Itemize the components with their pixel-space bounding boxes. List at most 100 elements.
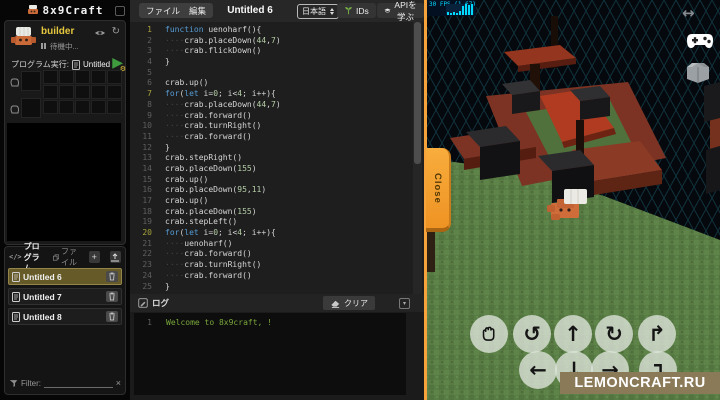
robot-status-text: 待機中... xyxy=(50,42,79,51)
fps-histogram xyxy=(446,4,474,15)
document-title: Untitled 6 xyxy=(227,5,273,16)
program-panel: </>プログラム ファイル + Untitled 6 Untitled 7 Unti… xyxy=(4,242,126,395)
filter-clear-icon[interactable]: × xyxy=(116,378,121,388)
program-item[interactable]: Untitled 8 xyxy=(8,308,122,325)
inventory-slot[interactable] xyxy=(75,85,90,99)
filter-row: Filter: × xyxy=(9,376,121,390)
program-item[interactable]: Untitled 7 xyxy=(8,288,122,305)
copy-icon xyxy=(52,253,59,261)
inventory-slot[interactable] xyxy=(59,85,74,99)
fps-meter[interactable]: 30 FPS (1-67) xyxy=(427,0,476,16)
code-line: 1 function uenoharf(){ xyxy=(147,25,262,34)
code-line: 2 ····crab.placeDown(44,7) xyxy=(147,35,281,45)
run-row: プログラム実行: Untitled 6 ▶ ⚙ xyxy=(11,55,126,73)
robot-card: builder ↻ 待機中... プログラム実行: Untitled 6 ▶ ⚙ xyxy=(4,20,126,245)
inventory-grid xyxy=(43,70,122,114)
program-panel-tabs: </>プログラム ファイル + xyxy=(9,242,121,273)
refresh-icon[interactable]: ↻ xyxy=(112,26,120,37)
eye-icon[interactable] xyxy=(94,29,106,37)
control-grab-button[interactable] xyxy=(470,315,508,353)
inventory-slot[interactable] xyxy=(91,100,106,114)
app-logo: 8x9Craft xyxy=(42,3,104,17)
code-line: 17 crab.up() xyxy=(142,196,209,205)
inventory-slot[interactable] xyxy=(59,70,74,84)
control-step-up-button[interactable]: ↱ xyxy=(638,315,676,353)
code-line: 15 crab.up() xyxy=(142,174,209,184)
control-left-button[interactable]: ← xyxy=(519,351,557,389)
inventory-slot[interactable] xyxy=(43,85,58,99)
inventory-slot[interactable] xyxy=(75,100,90,114)
learn-api-button[interactable]: APIを学ぶ xyxy=(377,0,424,22)
code-line: 5 xyxy=(147,67,152,77)
gamepad-icon[interactable] xyxy=(686,31,714,53)
document-icon xyxy=(12,291,20,302)
inventory-slot[interactable] xyxy=(107,85,122,99)
trash-icon xyxy=(109,312,115,321)
program-item[interactable]: Untitled 6 xyxy=(8,268,122,285)
grab-hand-icon xyxy=(482,326,495,341)
code-line: 7 for(let i=0; i<4; i++){ xyxy=(147,89,276,99)
code-line: 21 ····uenoharf() xyxy=(142,238,233,248)
run-label: プログラム実行: xyxy=(11,60,69,69)
code-line: 13 crab.stepRight() xyxy=(142,153,243,163)
filter-input[interactable] xyxy=(44,379,113,388)
import-program-button[interactable] xyxy=(109,251,121,263)
inventory-slot[interactable] xyxy=(91,85,106,99)
code-line: 22 ····crab.forward() xyxy=(142,249,252,259)
code-lines: 1 function uenoharf(){2 ····crab.placeDown… xyxy=(130,22,424,292)
code-line: 10 ····crab.turnRight() xyxy=(142,121,262,131)
delete-program-button[interactable] xyxy=(106,311,118,322)
hand-inventory-slot[interactable] xyxy=(21,71,41,91)
edit-log-icon xyxy=(138,298,148,308)
trash-icon xyxy=(109,292,115,301)
inventory-slot[interactable] xyxy=(91,70,106,84)
inventory-slot[interactable] xyxy=(107,100,122,114)
select-stepper-icon xyxy=(330,8,334,15)
eraser-icon xyxy=(331,300,340,308)
log-title: ログ xyxy=(152,298,170,308)
robot-status: 待機中... xyxy=(41,41,79,52)
game-viewport[interactable]: 30 FPS (1-67) Close ↔ ↺↑↻↱ ←↓→↴ LEMONCRA… xyxy=(424,0,720,400)
box-icon[interactable] xyxy=(684,58,712,84)
inventory-slot[interactable] xyxy=(75,70,90,84)
resize-width-icon[interactable]: ↔ xyxy=(682,4,695,22)
clear-log-button[interactable]: クリア xyxy=(323,296,375,310)
code-line: 9 ····crab.forward() xyxy=(147,110,252,120)
collapse-log-icon[interactable]: ▾ xyxy=(399,298,410,309)
inventory-slot[interactable] xyxy=(107,70,122,84)
editor-scrollbar[interactable] xyxy=(414,22,421,164)
editor-scrollbar-track[interactable] xyxy=(413,22,422,294)
inventory-slot[interactable] xyxy=(59,100,74,114)
graduation-cap-icon xyxy=(384,8,391,13)
popout-window-icon[interactable] xyxy=(115,6,125,16)
code-line: 16 crab.placeDown(95,11) xyxy=(142,185,267,195)
upload-icon xyxy=(111,253,120,262)
control-rotate-ccw-button[interactable]: ↺ xyxy=(513,315,551,353)
program-name: Untitled 7 xyxy=(23,291,62,302)
close-panel-button[interactable]: Close xyxy=(426,148,451,232)
control-rotate-cw-button[interactable]: ↻ xyxy=(595,315,633,353)
add-program-button[interactable]: + xyxy=(88,251,100,263)
run-program-button[interactable]: ▶ ⚙ xyxy=(112,55,126,73)
hand-inventory-slot[interactable] xyxy=(21,98,41,118)
ids-button[interactable]: IDs xyxy=(337,3,376,18)
code-line: 4} xyxy=(147,57,170,67)
robot-camera-view xyxy=(7,123,121,241)
code-line: 3 ····crab.flickDown() xyxy=(147,46,262,56)
inventory-slot[interactable] xyxy=(43,100,58,114)
language-value: 日本語 xyxy=(302,7,326,16)
document-icon xyxy=(71,59,80,70)
app-root: 8x9Craft builder ↻ 待機中... プログラム実行: Untit… xyxy=(0,0,720,400)
inventory-slot[interactable] xyxy=(43,70,58,84)
delete-program-button[interactable] xyxy=(106,291,118,302)
log-output: 1 Welcome to 8x9craft, ! xyxy=(134,313,406,395)
log-header: ログ クリア ▾ xyxy=(130,294,424,312)
control-forward-button[interactable]: ↑ xyxy=(554,315,592,353)
log-entry: 1 Welcome to 8x9craft, ! xyxy=(147,318,272,327)
logo-row: 8x9Craft xyxy=(0,0,130,20)
code-editor[interactable]: 1 function uenoharf(){2 ····crab.placeDown… xyxy=(130,22,424,294)
menu-file[interactable]: ファイル xyxy=(139,3,188,18)
language-select[interactable]: 日本語 xyxy=(297,4,339,19)
code-line: 20 for(let i=0; i<4; i++){ xyxy=(142,228,276,238)
delete-program-button[interactable] xyxy=(106,271,118,282)
